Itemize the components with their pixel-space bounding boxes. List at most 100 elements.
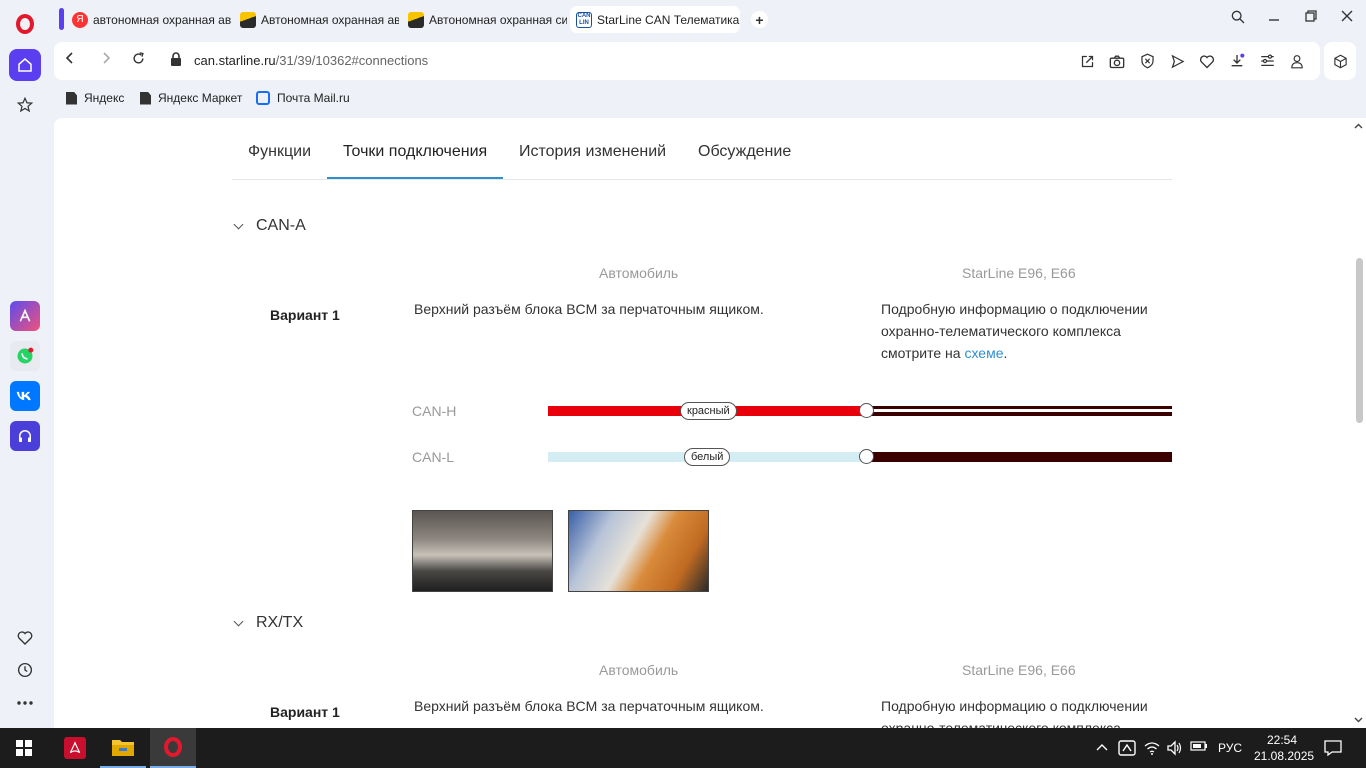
bookmark-heart-icon[interactable] bbox=[1198, 52, 1216, 70]
edit-share-icon[interactable] bbox=[1078, 52, 1096, 70]
chevron-down-icon bbox=[233, 219, 244, 229]
tab-discussion[interactable]: Обсуждение bbox=[698, 143, 791, 161]
url-field[interactable]: can.starline.ru/31/39/10362#connections bbox=[194, 53, 428, 68]
scroll-thumb[interactable] bbox=[1356, 258, 1363, 423]
chevron-down-icon bbox=[233, 616, 244, 626]
url-path: /31/39/10362#connections bbox=[275, 53, 429, 68]
aria-icon[interactable] bbox=[10, 301, 40, 331]
reload-icon[interactable] bbox=[128, 51, 148, 71]
column-header-device: StarLine E96, E66 bbox=[962, 662, 1076, 678]
system-clock[interactable]: 22:54 21.08.2025 bbox=[1254, 732, 1315, 764]
tab-1[interactable]: Я автономная охранная ав bbox=[66, 6, 231, 33]
yandex-icon: Я bbox=[72, 11, 88, 28]
downloads-icon[interactable] bbox=[1228, 52, 1246, 70]
scrollbar[interactable] bbox=[1352, 118, 1366, 728]
connection-description: Верхний разъём блока BCM за перчаточным … bbox=[414, 698, 764, 714]
section-title: CAN-A bbox=[256, 217, 306, 234]
variant-label: Вариант 1 bbox=[270, 704, 340, 720]
scheme-link[interactable]: схеме bbox=[964, 345, 1003, 361]
wire-label-can-l: CAN-L bbox=[412, 449, 455, 465]
opera-taskbar-icon[interactable] bbox=[150, 728, 196, 768]
scroll-down-icon[interactable] bbox=[1354, 714, 1363, 726]
tab-group-accent bbox=[59, 8, 64, 30]
connection-photo-2[interactable] bbox=[568, 510, 709, 592]
tab-change-history[interactable]: История изменений bbox=[519, 143, 666, 161]
tab-4-active[interactable]: CAN LIN StarLine CAN Телематика bbox=[570, 6, 740, 33]
restore-icon[interactable] bbox=[1301, 9, 1321, 27]
opera-logo-icon[interactable] bbox=[9, 8, 41, 40]
page-icon bbox=[66, 91, 77, 105]
tray-app-icon[interactable] bbox=[1118, 740, 1136, 759]
bookmark-mail-ru[interactable]: Почта Mail.ru bbox=[256, 91, 350, 105]
lock-icon[interactable] bbox=[170, 52, 182, 72]
connection-photo-1[interactable] bbox=[412, 510, 553, 592]
wire-label-can-h: CAN-H bbox=[412, 403, 457, 419]
image-icon bbox=[240, 11, 256, 28]
bookmarks-bar: Яндекс Яндекс Маркет Почта Mail.ru bbox=[54, 84, 1366, 112]
acrobat-reader-icon[interactable] bbox=[52, 728, 98, 768]
tab-functions[interactable]: Функции bbox=[248, 143, 311, 161]
tab-3[interactable]: Автономная охранная си bbox=[402, 6, 567, 33]
image-icon bbox=[408, 11, 424, 28]
wire-color-pill: красный bbox=[680, 402, 737, 420]
column-header-device: StarLine E96, E66 bbox=[962, 265, 1076, 281]
page-icon bbox=[140, 91, 151, 105]
new-tab-button[interactable]: + bbox=[751, 11, 768, 28]
section-header-rx-tx[interactable]: RX/TX bbox=[232, 614, 303, 632]
tab-title: Автономная охранная ав bbox=[261, 12, 399, 27]
speed-dial-star-icon[interactable] bbox=[9, 89, 41, 121]
tab-2[interactable]: Автономная охранная ав bbox=[234, 6, 399, 33]
tab-connection-points[interactable]: Точки подключения bbox=[343, 143, 487, 161]
camera-icon[interactable] bbox=[1108, 52, 1126, 70]
minimize-icon[interactable] bbox=[1264, 9, 1284, 27]
wire-device-can-l bbox=[866, 452, 1172, 462]
column-header-car: Автомобиль bbox=[599, 265, 679, 281]
send-icon[interactable] bbox=[1168, 52, 1186, 70]
info-end: . bbox=[1003, 345, 1008, 361]
connection-node[interactable] bbox=[859, 449, 874, 464]
starline-can-icon: CAN LIN bbox=[576, 11, 592, 28]
page-content: Функции Точки подключения История измене… bbox=[232, 118, 1172, 728]
more-dots-icon[interactable] bbox=[14, 692, 36, 714]
vk-icon[interactable] bbox=[10, 381, 40, 411]
tab-title: автономная охранная ав bbox=[93, 12, 231, 27]
connection-info: Подробную информацию о подключении охран… bbox=[881, 695, 1171, 728]
heart-icon[interactable] bbox=[14, 627, 36, 649]
tab-strip: Я автономная охранная ав Автономная охра… bbox=[50, 0, 1366, 40]
forward-icon[interactable] bbox=[96, 51, 116, 70]
music-player-icon[interactable] bbox=[10, 421, 40, 451]
windows-taskbar: РУС 22:54 21.08.2025 bbox=[0, 728, 1366, 768]
opera-sidebar bbox=[0, 0, 50, 728]
close-window-icon[interactable] bbox=[1337, 9, 1357, 27]
variant-label: Вариант 1 bbox=[270, 307, 340, 323]
tab-title: StarLine CAN Телематика bbox=[597, 12, 740, 27]
whatsapp-icon[interactable] bbox=[10, 341, 40, 371]
active-tab-indicator bbox=[327, 177, 503, 179]
profile-icon[interactable] bbox=[1288, 52, 1306, 70]
section-header-can-a[interactable]: CAN-A bbox=[232, 217, 306, 235]
bookmark-yandex-market[interactable]: Яндекс Маркет bbox=[140, 91, 242, 105]
battery-icon[interactable] bbox=[1190, 740, 1208, 755]
file-explorer-icon[interactable] bbox=[100, 728, 146, 768]
windows-start-icon[interactable] bbox=[0, 728, 48, 768]
notifications-icon[interactable] bbox=[1324, 739, 1342, 760]
volume-icon[interactable] bbox=[1166, 740, 1182, 759]
show-hidden-icons-icon[interactable] bbox=[1096, 740, 1108, 754]
search-tabs-icon[interactable] bbox=[1228, 9, 1248, 29]
adblock-shield-icon[interactable] bbox=[1138, 52, 1156, 70]
connection-node[interactable] bbox=[859, 403, 874, 418]
clock-date: 21.08.2025 bbox=[1254, 749, 1315, 763]
back-icon[interactable] bbox=[60, 51, 80, 70]
home-icon[interactable] bbox=[9, 49, 41, 81]
history-clock-icon[interactable] bbox=[14, 659, 36, 681]
scroll-up-icon[interactable] bbox=[1354, 120, 1363, 132]
wifi-icon[interactable] bbox=[1144, 740, 1160, 759]
info-text: Подробную информацию о подключении bbox=[881, 698, 1148, 714]
bookmark-label: Яндекс Маркет bbox=[158, 91, 243, 105]
easy-setup-icon[interactable] bbox=[1258, 52, 1276, 70]
wire-color-pill: белый bbox=[684, 448, 731, 466]
mail-icon bbox=[256, 91, 270, 105]
extensions-cube-icon[interactable] bbox=[1324, 42, 1356, 80]
language-indicator[interactable]: РУС bbox=[1218, 741, 1242, 755]
bookmark-yandex[interactable]: Яндекс bbox=[66, 91, 124, 105]
